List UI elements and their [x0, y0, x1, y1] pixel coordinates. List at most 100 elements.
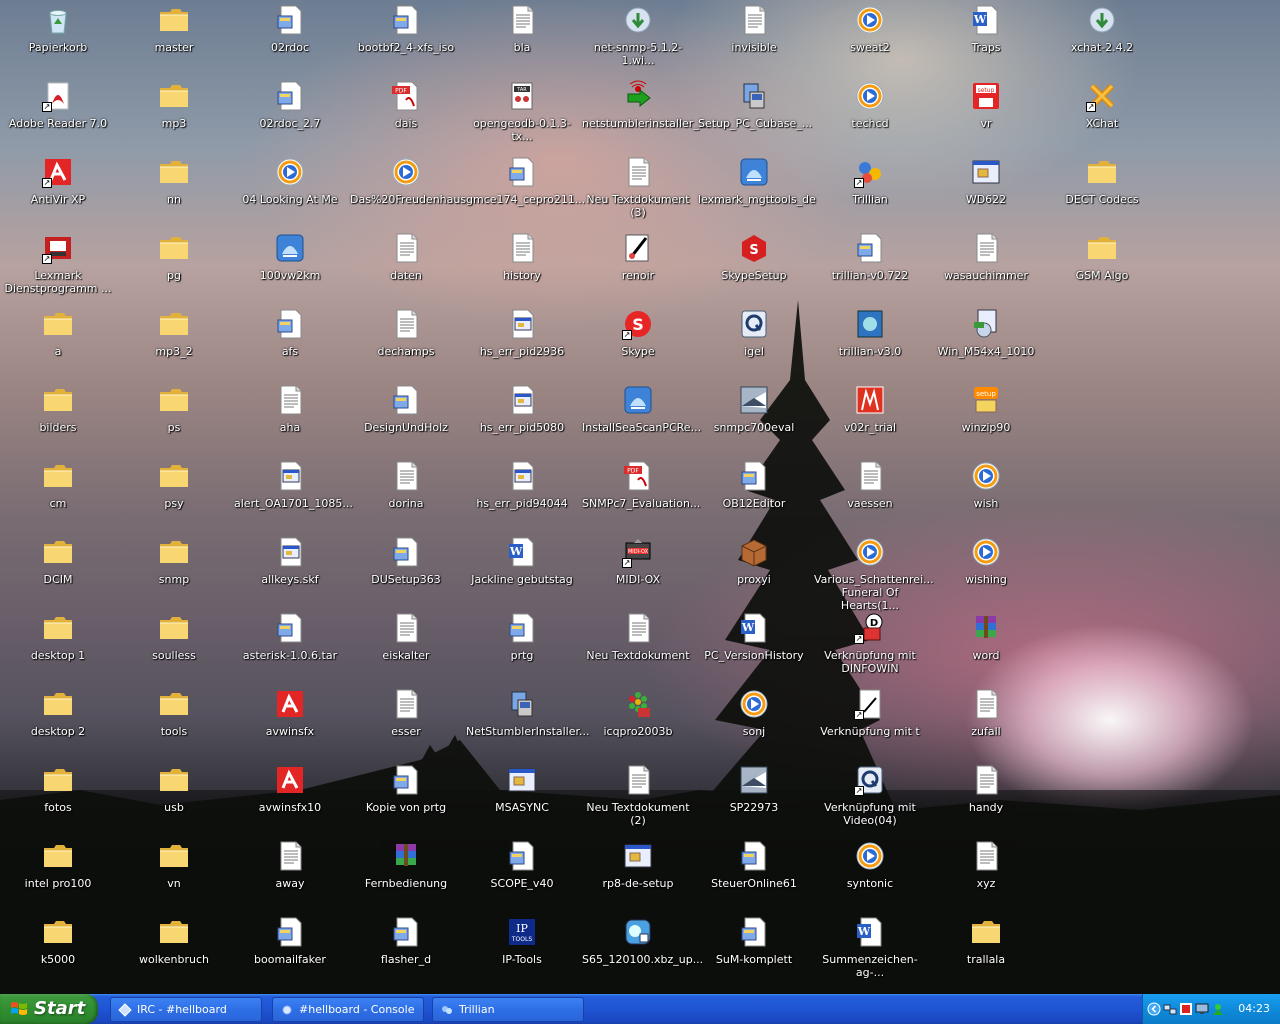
desktop-icon[interactable]: hs_err_pid5080 — [464, 382, 580, 434]
desktop-icon[interactable]: prtg — [464, 610, 580, 662]
desktop-icon[interactable]: W Traps — [928, 2, 1044, 54]
desktop-icon[interactable]: setup winzip90 — [928, 382, 1044, 434]
desktop-icon[interactable]: ↗ Verknüpfung mit Video(04) — [812, 762, 928, 827]
desktop-icon[interactable]: vaessen — [812, 458, 928, 510]
desktop-icon[interactable]: ↗ Trillian — [812, 154, 928, 206]
desktop-icon[interactable]: syntonic — [812, 838, 928, 890]
desktop-icon[interactable]: snmpc700eval — [696, 382, 812, 434]
desktop-icon[interactable]: S SkypeSetup — [696, 230, 812, 282]
desktop-icon[interactable]: bilders — [0, 382, 116, 434]
desktop-icon[interactable]: NetStumblerInstaller... — [464, 686, 590, 738]
desktop-icon[interactable]: handy — [928, 762, 1044, 814]
desktop-icon[interactable]: master — [116, 2, 232, 54]
desktop-icon[interactable]: aha — [232, 382, 348, 434]
desktop-icon[interactable]: hs_err_pid94044 — [464, 458, 580, 510]
desktop-icon[interactable]: ↗ AntiVir XP — [0, 154, 116, 206]
desktop-icon[interactable]: igel — [696, 306, 812, 358]
desktop-icon[interactable]: sonj — [696, 686, 812, 738]
desktop-icon[interactable]: gmce174_cepro211... — [464, 154, 585, 206]
desktop-icon[interactable]: away — [232, 838, 348, 890]
desktop-icon[interactable]: ps — [116, 382, 232, 434]
desktop-icon[interactable]: Papierkorb — [0, 2, 116, 54]
desktop-icon[interactable]: v02r_trial — [812, 382, 928, 434]
desktop-icon[interactable]: MIDI-OX ↗ MIDI-OX — [580, 534, 696, 586]
desktop-icon[interactable]: Neu Textdokument (2) — [580, 762, 696, 827]
desktop-icon[interactable]: W Jackline gebutstag — [464, 534, 580, 586]
desktop-icon[interactable]: DECT Codecs — [1044, 154, 1160, 206]
monitor-icon[interactable] — [1195, 1002, 1209, 1016]
desktop-icon[interactable]: SteuerOnline61 — [696, 838, 812, 890]
desktop-icon[interactable]: esser — [348, 686, 464, 738]
desktop-icon[interactable]: 100vw2km — [232, 230, 348, 282]
desktop-icon[interactable]: IP TOOLS IP-Tools — [464, 914, 580, 966]
desktop-icon[interactable]: WD622 — [928, 154, 1044, 206]
desktop-icon[interactable]: wasauchimmer — [928, 230, 1044, 282]
desktop-icon[interactable]: a — [0, 306, 116, 358]
desktop-icon[interactable]: setup vr — [928, 78, 1044, 130]
desktop-icon[interactable]: W PC_VersionHistory — [696, 610, 812, 662]
desktop-icon[interactable]: trillian-v3.0 — [812, 306, 928, 358]
desktop-icon[interactable]: afs — [232, 306, 348, 358]
desktop-icon[interactable]: 02rdoc — [232, 2, 348, 54]
desktop-icon[interactable]: ↗ Lexmark Dienstprogramm ... — [0, 230, 116, 295]
desktop-icon[interactable]: trallala — [928, 914, 1044, 966]
desktop-icon[interactable]: 02rdoc_2.7 — [232, 78, 348, 130]
taskbar-clock[interactable]: 04:23 — [1238, 1002, 1270, 1015]
desktop-icon[interactable]: cm — [0, 458, 116, 510]
desktop-icon[interactable]: nn — [116, 154, 232, 206]
desktop-icon[interactable]: Win_M54x4_1010 — [928, 306, 1044, 358]
desktop-icon[interactable]: daten — [348, 230, 464, 282]
task-button-irc[interactable]: IRC - #hellboard — [110, 997, 262, 1022]
desktop-icon[interactable]: techcd — [812, 78, 928, 130]
desktop-icon[interactable]: icqpro2003b — [580, 686, 696, 738]
desktop-icon[interactable]: DCIM — [0, 534, 116, 586]
desktop-icon[interactable]: S ↗ Skype — [580, 306, 696, 358]
desktop-icon[interactable]: Neu Textdokument (3) — [580, 154, 696, 219]
desktop-icon[interactable]: word — [928, 610, 1044, 662]
desktop-icon[interactable]: lexmark_mgttools_de — [696, 154, 816, 206]
desktop-icon[interactable]: TAR opengeodb-0.1.3-tx... — [464, 78, 580, 143]
desktop-icon[interactable]: allkeys.skf — [232, 534, 348, 586]
desktop-icon[interactable]: eiskalter — [348, 610, 464, 662]
desktop-icon[interactable]: Das%20Freudenhaus — [348, 154, 466, 206]
desktop-icon[interactable]: DesignUndHolz — [348, 382, 464, 434]
start-button[interactable]: Start — [0, 994, 98, 1024]
desktop-icon[interactable]: trillian-v0.722 — [812, 230, 928, 282]
desktop-icon[interactable]: usb — [116, 762, 232, 814]
desktop-icon[interactable]: intel pro100 — [0, 838, 116, 890]
desktop-icon[interactable]: hs_err_pid2936 — [464, 306, 580, 358]
desktop-icon[interactable]: ↗ Verknüpfung mit t — [812, 686, 928, 738]
desktop-icon[interactable]: history — [464, 230, 580, 282]
desktop-icon[interactable]: xyz — [928, 838, 1044, 890]
desktop-icon[interactable]: Setup_PC_Cubase_... — [696, 78, 812, 130]
desktop-icon[interactable]: k5000 — [0, 914, 116, 966]
desktop-icon[interactable]: desktop 1 — [0, 610, 116, 662]
desktop-icon[interactable]: bootbf2_4-xfs_iso — [348, 2, 464, 54]
network-icon[interactable] — [1163, 1002, 1177, 1016]
desktop-icon[interactable]: avwinsfx10 — [232, 762, 348, 814]
desktop-icon[interactable]: MSASYNC — [464, 762, 580, 814]
desktop-icon[interactable]: psy — [116, 458, 232, 510]
desktop-icon[interactable]: sweat2 — [812, 2, 928, 54]
desktop-icon[interactable]: invisible — [696, 2, 812, 54]
chevron-left-icon[interactable] — [1147, 1002, 1161, 1016]
desktop-icon[interactable]: tools — [116, 686, 232, 738]
trillian-tray-icon[interactable] — [1211, 1002, 1225, 1016]
desktop-icon[interactable]: 04 Looking At Me — [232, 154, 348, 206]
desktop-icon[interactable]: Kopie von prtg — [348, 762, 464, 814]
desktop-icon[interactable]: ↗ Adobe Reader 7.0 — [0, 78, 116, 130]
desktop-icon[interactable]: Neu Textdokument — [580, 610, 696, 662]
desktop-icon[interactable]: mp3 — [116, 78, 232, 130]
desktop-icon[interactable]: PDF dais — [348, 78, 464, 130]
desktop-icon[interactable]: mp3_2 — [116, 306, 232, 358]
desktop-icon[interactable]: rp8-de-setup — [580, 838, 696, 890]
desktop-icon[interactable]: asterisk-1.0.6.tar — [232, 610, 348, 662]
desktop-icon[interactable]: W Summenzeichen-ag-... — [812, 914, 928, 979]
desktop-icon[interactable]: snmp — [116, 534, 232, 586]
desktop-icon[interactable]: zufall — [928, 686, 1044, 738]
task-button-trillian[interactable]: Trillian — [432, 997, 584, 1022]
desktop-icon[interactable]: D ↗ Verknüpfung mit DINFOWIN — [812, 610, 928, 675]
desktop-icon[interactable]: vn — [116, 838, 232, 890]
task-button-console[interactable]: #hellboard - Console — [272, 997, 424, 1022]
desktop-icon[interactable]: bla — [464, 2, 580, 54]
